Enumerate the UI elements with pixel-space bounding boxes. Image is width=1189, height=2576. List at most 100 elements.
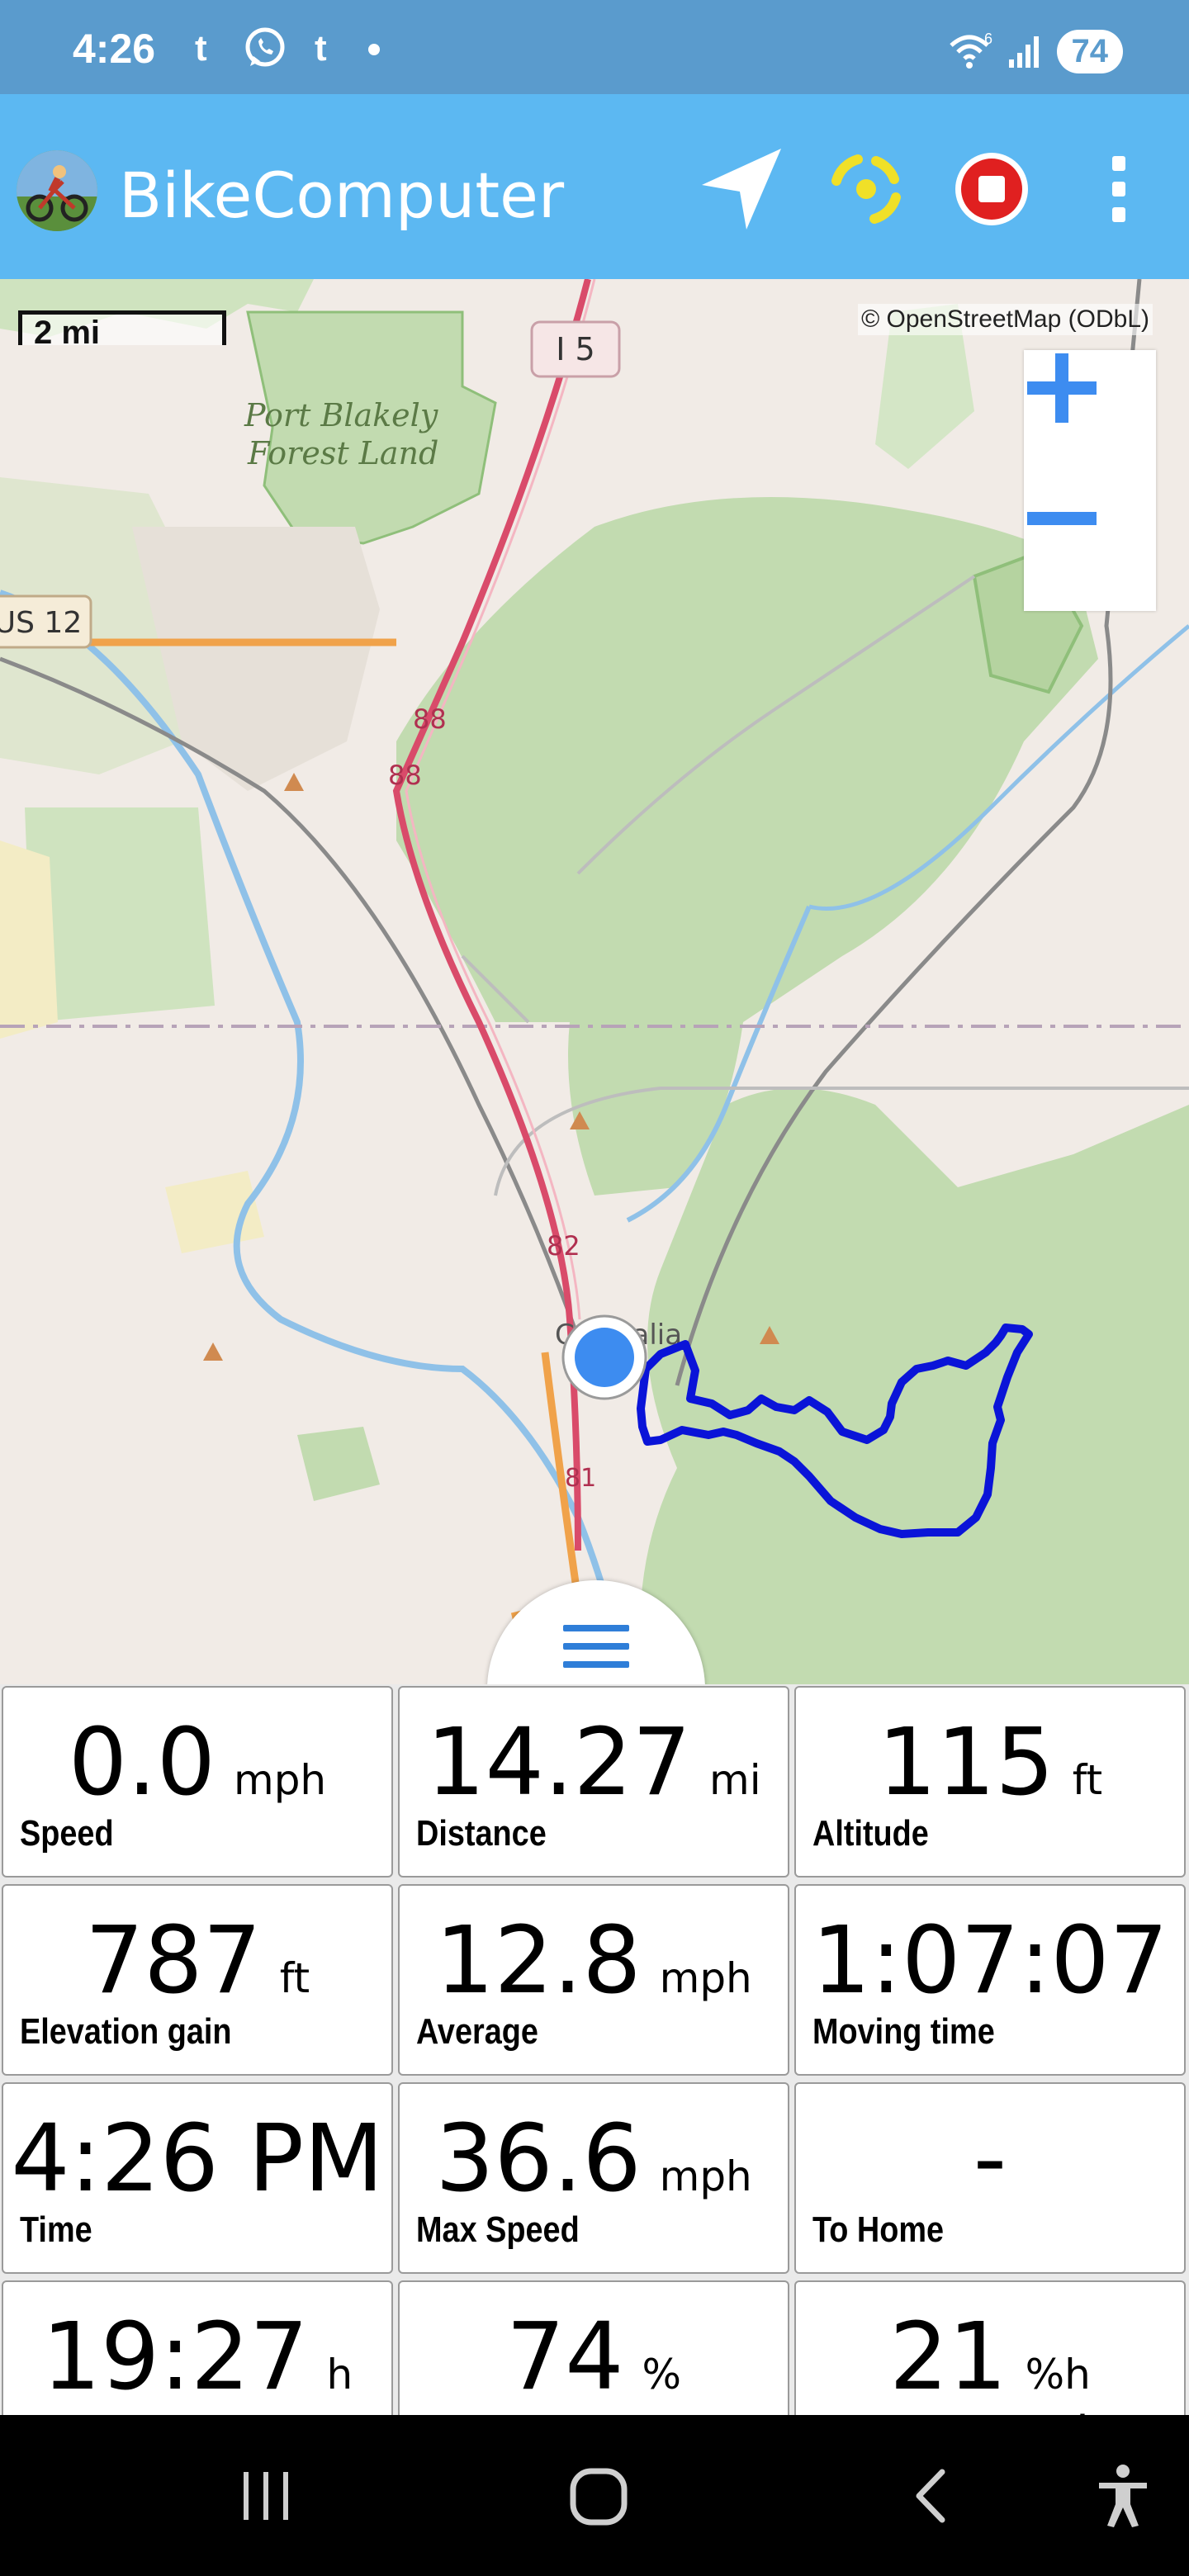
label-i5: I 5: [556, 331, 594, 367]
field-to-home[interactable]: - To Home: [794, 2082, 1186, 2274]
svg-text:t: t: [195, 28, 219, 69]
field-label: To Home: [812, 2209, 945, 2250]
map-attribution[interactable]: © OpenStreetMap (ODbL): [858, 304, 1153, 335]
status-right: 6 74: [948, 28, 1123, 74]
field-label: Speed: [20, 1813, 114, 1854]
back-icon: [916, 2469, 945, 2522]
back-button[interactable]: [850, 2415, 1016, 2576]
minus-icon: [1027, 512, 1097, 525]
wifi-icon: 6: [949, 32, 992, 69]
field-label: Battery: [416, 2408, 523, 2415]
field-speed[interactable]: 0.0 mph Speed: [2, 1686, 393, 1878]
field-unit: %h: [1025, 2351, 1091, 2398]
recent-apps-icon: [244, 2471, 288, 2520]
navigate-icon: [702, 149, 781, 230]
home-button[interactable]: [517, 2415, 682, 2576]
field-time[interactable]: 4:26 PM Time: [2, 2082, 393, 2274]
field-unit: mph: [659, 1954, 752, 2002]
field-value: 1:07:07: [812, 1907, 1168, 2015]
field-elevation-gain[interactable]: 787 ft Elevation gain: [2, 1884, 393, 2076]
field-value: 19:27: [41, 2304, 309, 2411]
recent-apps-button[interactable]: [183, 2415, 348, 2576]
label-exit-88b: 88: [388, 760, 422, 791]
map-view[interactable]: I 5 US 12 88 88 82 81 Port Blakely Fores…: [0, 279, 1189, 1691]
svg-text:t: t: [315, 28, 339, 69]
field-value: 787: [84, 1907, 262, 2015]
field-label: Battery consumption: [812, 2408, 1125, 2415]
notification-icons: t t: [192, 23, 386, 71]
label-forest-1: Port Blakely: [244, 397, 438, 433]
field-max-speed[interactable]: 36.6 mph Max Speed: [398, 2082, 789, 2274]
field-unit: ft: [279, 1954, 310, 2002]
status-time: 4:26: [73, 26, 156, 72]
highway-shield-i5: I 5: [530, 320, 621, 378]
field-value: 115: [877, 1709, 1054, 1816]
gps-status-icon: [831, 154, 901, 224]
zoom-in-button[interactable]: [1024, 350, 1156, 481]
field-label: Moving time: [812, 2011, 995, 2052]
field-value: 4:26 PM: [11, 2105, 384, 2213]
field-label: Max Speed: [416, 2209, 580, 2250]
field-battery[interactable]: 74% Battery: [398, 2280, 789, 2415]
field-distance[interactable]: 14.27 mi Distance: [398, 1686, 789, 1878]
map-scale-bar: 2 mi: [18, 310, 226, 351]
field-value: 21: [889, 2304, 1007, 2411]
field-label: Autonomy: [20, 2408, 174, 2415]
app-logo-icon: [17, 150, 97, 231]
accessibility-icon: [1099, 2464, 1147, 2527]
field-unit: mph: [659, 2152, 752, 2200]
plus-icon: [1027, 353, 1097, 423]
tumblr-icon: t: [195, 28, 219, 69]
label-us12: US 12: [0, 606, 82, 640]
field-average[interactable]: 12.8 mph Average: [398, 1884, 789, 2076]
field-label: Elevation gain: [20, 2011, 232, 2052]
whatsapp-icon: [245, 27, 285, 67]
field-value: 0.0: [68, 1709, 216, 1816]
battery-indicator: 74: [1056, 29, 1123, 73]
field-unit: ft: [1072, 1756, 1103, 1804]
overflow-menu-icon: [1112, 156, 1125, 222]
navigate-button[interactable]: [687, 135, 794, 243]
signal-icon: [1008, 36, 1039, 68]
svg-text:6: 6: [984, 32, 992, 47]
field-label: Altitude: [812, 1813, 929, 1854]
overflow-menu-button[interactable]: [1065, 135, 1172, 243]
zoom-out-button[interactable]: [1024, 481, 1156, 611]
app-bar: BikeComputer: [0, 94, 1189, 279]
stop-record-icon: [955, 153, 1028, 225]
highway-shield-us12: US 12: [0, 594, 92, 649]
field-label: Time: [20, 2209, 92, 2250]
menu-icon: [563, 1625, 629, 1679]
label-exit-82: 82: [547, 1230, 580, 1262]
field-value: 14.27: [426, 1709, 692, 1816]
field-label: Average: [416, 2011, 538, 2052]
stop-record-button[interactable]: [938, 135, 1045, 243]
status-bar: 4:26 t t 6 74: [0, 0, 1189, 94]
home-icon: [570, 2468, 628, 2525]
tumblr-icon: t: [315, 28, 339, 69]
field-value: 36.6: [435, 2105, 642, 2213]
label-exit-88a: 88: [413, 703, 447, 735]
field-label: Distance: [416, 1813, 547, 1854]
current-location-marker: [561, 1314, 647, 1400]
gps-status-button[interactable]: [812, 135, 920, 243]
accessibility-button[interactable]: [1040, 2415, 1189, 2576]
field-unit: mi: [709, 1756, 761, 1804]
dot-icon: [368, 44, 381, 56]
field-altitude[interactable]: 115 ft Altitude: [794, 1686, 1186, 1878]
field-unit: %: [642, 2351, 682, 2398]
ride-data-grid: 0.0 mph Speed 14.27 mi Distance 115 ft Alti…: [0, 1684, 1189, 2415]
field-autonomy[interactable]: 19:27 h Autonomy: [2, 2280, 393, 2415]
field-value: 74: [505, 2304, 624, 2411]
field-unit: mph: [233, 1756, 327, 1804]
field-value: 12.8: [435, 1907, 642, 2015]
field-moving-time[interactable]: 1:07:07 Moving time: [794, 1884, 1186, 2076]
label-exit-81: 81: [565, 1464, 596, 1493]
map-canvas: I 5 US 12 88 88 82 81 Port Blakely Fores…: [0, 279, 1189, 1691]
field-battery-consumption[interactable]: 21 %h Battery consumption: [794, 2280, 1186, 2415]
system-nav-bar: [0, 2415, 1189, 2576]
zoom-controls: [1024, 350, 1156, 611]
field-unit: h: [326, 2351, 353, 2398]
app-title: BikeComputer: [119, 159, 565, 232]
field-value: -: [973, 2105, 1007, 2213]
